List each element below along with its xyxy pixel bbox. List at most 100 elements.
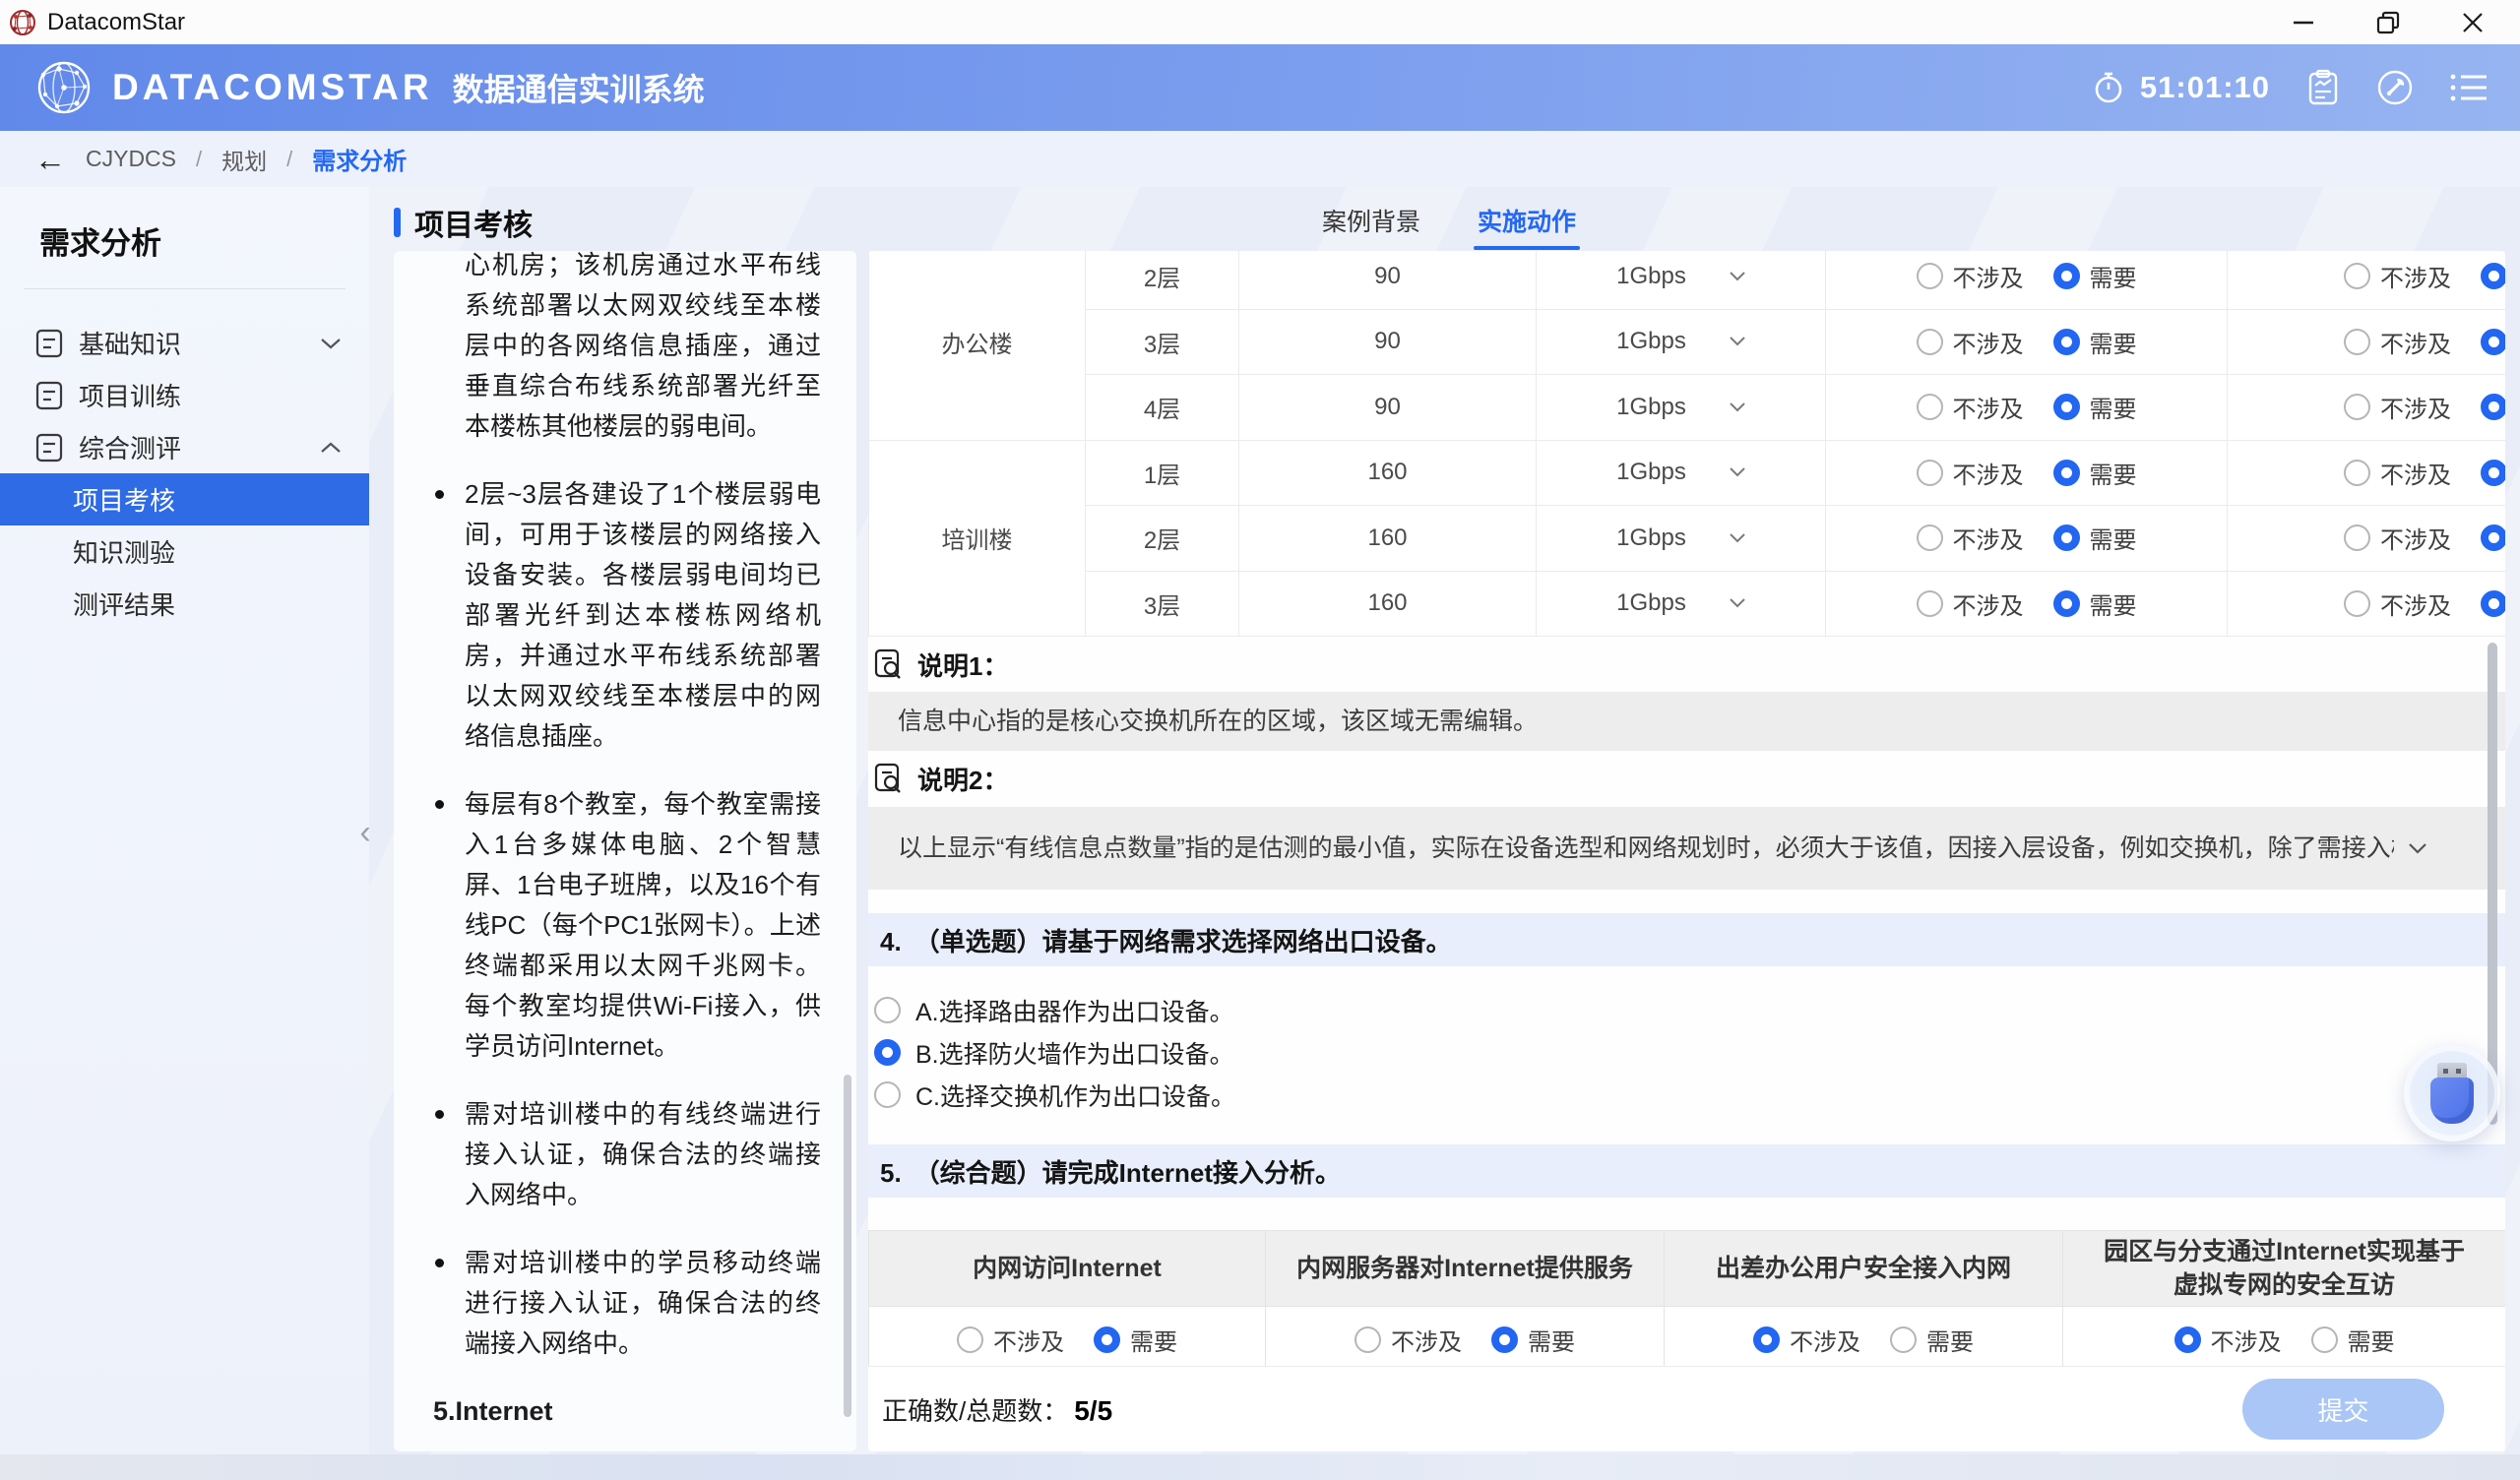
radio-option-na[interactable]: 不涉及	[1917, 456, 2024, 490]
note-doc-search-icon	[874, 648, 904, 680]
radio-option-need[interactable]: 需要	[2053, 586, 2137, 621]
back-arrow-icon[interactable]: ←	[34, 144, 66, 175]
q4-option-b[interactable]: B.选择防火墙作为出口设备。	[868, 1031, 2505, 1074]
sidebar-item-label: 基础知识	[79, 325, 320, 361]
sidebar-item-assessment[interactable]: 综合测评	[0, 421, 369, 473]
floor-cell: 3层	[1086, 571, 1239, 637]
radio-option-na[interactable]: 不涉及	[1354, 1323, 1462, 1357]
q5-col1-header: 内网访问Internet	[869, 1231, 1266, 1307]
radio-option-need[interactable]: 需要	[2053, 521, 2137, 555]
radio-option-na[interactable]: 不涉及	[1917, 259, 2024, 293]
restore-button[interactable]	[2365, 4, 2411, 41]
system-name: 数据通信实训系统	[453, 65, 705, 110]
document-icon	[35, 329, 63, 358]
q4-option-a[interactable]: A.选择路由器作为出口设备。	[868, 989, 2505, 1031]
bandwidth-select[interactable]: 1Gbps	[1538, 589, 1824, 617]
document-icon	[35, 381, 63, 410]
radio-option-need[interactable]: 需要	[2053, 259, 2137, 293]
radio-option-need[interactable]: 需要	[2481, 586, 2505, 621]
points-cell: 160	[1239, 506, 1537, 572]
radio-option-na[interactable]: 不涉及	[2344, 325, 2451, 359]
radio-selected[interactable]	[874, 1039, 901, 1066]
sidebar-subitem-knowledge-test[interactable]: 知识测验	[0, 525, 369, 578]
floor-cell: 3层	[1086, 309, 1239, 375]
radio-option-need[interactable]: 需要	[2481, 259, 2505, 293]
sidebar-subitem-results[interactable]: 测评结果	[0, 578, 369, 630]
table-row: 3层 90 1Gbps 不涉及需要 不涉及需要	[869, 309, 2506, 375]
submit-button[interactable]: 提交	[2242, 1379, 2444, 1440]
q5-col3-header: 出差办公用户安全接入内网	[1665, 1231, 2063, 1307]
minimize-button[interactable]	[2281, 4, 2326, 41]
bandwidth-select[interactable]: 1Gbps	[1538, 328, 1824, 355]
radio-option-na[interactable]: 不涉及	[957, 1323, 1064, 1357]
q5-col4-header: 园区与分支通过Internet实现基于虚拟专网的安全互访	[2063, 1231, 2506, 1307]
title-accent-bar	[394, 208, 401, 237]
sidebar-item-basics[interactable]: 基础知识	[0, 317, 369, 369]
radio-option-na[interactable]: 不涉及	[1917, 325, 2024, 359]
sidebar-subitem-project-exam[interactable]: 项目考核	[0, 473, 369, 525]
tab-implementation[interactable]: 实施动作	[1478, 203, 1576, 250]
chevron-down-icon	[1730, 598, 1745, 608]
table-row: 4层 90 1Gbps 不涉及需要 不涉及需要	[869, 375, 2506, 441]
sidebar-item-training[interactable]: 项目训练	[0, 369, 369, 421]
radio-unselected[interactable]	[874, 1081, 901, 1108]
bandwidth-select[interactable]: 1Gbps	[1538, 524, 1824, 552]
question4-options: A.选择路由器作为出口设备。 B.选择防火墙作为出口设备。 C.选择交换机作为出…	[868, 989, 2505, 1116]
usb-device-bubble[interactable]	[2404, 1045, 2500, 1141]
radio-option-na[interactable]: 不涉及	[2174, 1323, 2282, 1357]
breadcrumb-item-project[interactable]: CJYDCS	[86, 146, 176, 172]
menu-list-icon[interactable]	[2449, 71, 2488, 104]
chevron-up-icon	[320, 441, 342, 455]
timer-value: 51:01:10	[2140, 70, 2270, 105]
support-tools-icon[interactable]	[2376, 69, 2414, 106]
radio-unselected[interactable]	[874, 997, 901, 1023]
usb-drive-icon	[2430, 1063, 2474, 1124]
note1-box: 信息中心指的是核心交换机所在的区域，该区域无需编辑。	[868, 692, 2505, 751]
radio-option-na[interactable]: 不涉及	[1917, 390, 2024, 424]
tab-case-background[interactable]: 案例背景	[1322, 203, 1420, 250]
radio-option-need[interactable]: 需要	[1491, 1323, 1575, 1357]
bandwidth-select[interactable]: 1Gbps	[1538, 394, 1824, 421]
main-area: 项目考核 案例背景 实施动作 心机房；该机房通过水平布线系统部署以太网双绞线至本…	[369, 187, 2520, 1454]
radio-option-need[interactable]: 需要	[1890, 1323, 1974, 1357]
bandwidth-select[interactable]: 1Gbps	[1538, 459, 1824, 486]
radio-option-na[interactable]: 不涉及	[2344, 456, 2451, 490]
radio-option-need[interactable]: 需要	[2481, 390, 2505, 424]
radio-option-na[interactable]: 不涉及	[1917, 521, 2024, 555]
question-panel-footer: 正确数/总题数： 5/5 提交	[868, 1366, 2505, 1451]
radio-option-need[interactable]: 需要	[2481, 456, 2505, 490]
radio-option-na[interactable]: 不涉及	[2344, 390, 2451, 424]
exam-timer: 51:01:10	[2091, 70, 2270, 105]
expand-chevron-icon[interactable]	[2408, 842, 2427, 854]
radio-option-na[interactable]: 不涉及	[2344, 521, 2451, 555]
score-label: 正确数/总题数：	[882, 1391, 1068, 1428]
radio-option-need[interactable]: 需要	[2311, 1323, 2395, 1357]
radio-option-need[interactable]: 需要	[2481, 325, 2505, 359]
q4-option-c[interactable]: C.选择交换机作为出口设备。	[868, 1074, 2505, 1116]
radio-option-need[interactable]: 需要	[2053, 456, 2137, 490]
radio-option-need[interactable]: 需要	[1094, 1323, 1177, 1357]
report-icon[interactable]	[2305, 69, 2341, 106]
sidebar-divider	[24, 288, 346, 289]
app-header: DATACOMSTAR 数据通信实训系统 51:01:10	[0, 44, 2520, 131]
radio-option-na[interactable]: 不涉及	[1917, 586, 2024, 621]
close-button[interactable]	[2450, 4, 2495, 41]
bandwidth-select[interactable]: 1Gbps	[1538, 263, 1824, 290]
radio-option-na[interactable]: 不涉及	[2344, 586, 2451, 621]
floor-cell: 2层	[1086, 251, 1239, 309]
radio-option-need[interactable]: 需要	[2053, 390, 2137, 424]
radio-option-na[interactable]: 不涉及	[1753, 1323, 1860, 1357]
sidebar-collapse-handle[interactable]: ‹	[352, 809, 378, 856]
stopwatch-icon	[2091, 70, 2126, 105]
question-scroll-area: 办公楼 2层 90 1Gbps 不涉及需要 不涉及需要 3层 90 1Gbps …	[868, 251, 2505, 1366]
breadcrumb-separator: /	[286, 147, 292, 172]
question-panel-scrollbar[interactable]	[2488, 643, 2497, 1125]
radio-option-need[interactable]: 需要	[2481, 521, 2505, 555]
chevron-down-icon	[1730, 402, 1745, 412]
radio-option-need[interactable]: 需要	[2053, 325, 2137, 359]
case-bullet: 每层有8个教室，每个教室需接入1台多媒体电脑、2个智慧屏、1台电子班牌，以及16…	[433, 784, 821, 1067]
radio-option-na[interactable]: 不涉及	[2344, 259, 2451, 293]
case-panel-scrollbar[interactable]	[844, 1075, 851, 1417]
breadcrumb-item-planning[interactable]: 规划	[221, 143, 267, 176]
sidebar-item-label: 项目训练	[79, 377, 342, 413]
